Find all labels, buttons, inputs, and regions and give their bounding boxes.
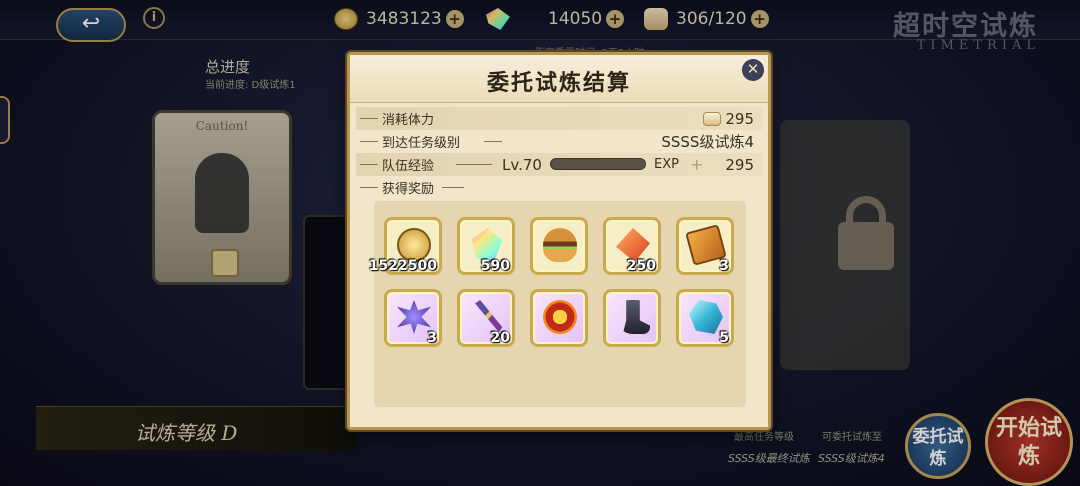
exp-plus-icon: + bbox=[690, 155, 704, 174]
reward-qty: 250 bbox=[626, 258, 656, 274]
reward-item-rainbow-gem[interactable]: 590 bbox=[457, 217, 515, 275]
row-ornament bbox=[360, 187, 378, 188]
row-ornament bbox=[360, 118, 378, 119]
exp-value: 295 bbox=[725, 155, 754, 174]
team-exp-label: 队伍经验 bbox=[382, 159, 435, 174]
reward-item-ticket[interactable]: 3 bbox=[676, 217, 734, 275]
delegate-result-dialog: 委托试炼结算 ✕ 消耗体力 295 到达任务级别 SSSS级试炼4 队伍经验 L… bbox=[347, 52, 771, 430]
reached-level-label: 到达任务级别 bbox=[382, 136, 461, 151]
reward-qty: 1522500 bbox=[368, 258, 437, 274]
row-ornament bbox=[484, 141, 502, 142]
stamina-cost-label: 消耗体力 bbox=[382, 113, 435, 128]
dialog-title: 委托试炼结算 bbox=[486, 70, 631, 96]
reward-qty: 20 bbox=[490, 330, 510, 346]
ice-crystal-icon bbox=[689, 300, 723, 334]
reached-level-value: SSSS级试炼4 bbox=[661, 133, 754, 151]
team-exp-row: 队伍经验 Lv.70 EXP + 295 bbox=[356, 153, 762, 176]
result-rows: 消耗体力 295 到达任务级别 SSSS级试炼4 队伍经验 Lv.70 EXP … bbox=[356, 107, 762, 199]
burger-icon bbox=[543, 228, 577, 262]
staff-icon bbox=[475, 300, 503, 333]
stamina-cost-value: 295 bbox=[725, 109, 754, 128]
sun-emblem-icon bbox=[543, 300, 577, 334]
stamina-icon bbox=[703, 111, 722, 126]
rewards-label: 获得奖励 bbox=[382, 182, 435, 197]
reward-item-dark-boot[interactable] bbox=[603, 289, 661, 347]
stamina-cost: 295 bbox=[703, 110, 754, 128]
reached-level-row: 到达任务级别 SSSS级试炼4 bbox=[356, 130, 762, 153]
reward-qty: 3 bbox=[427, 330, 437, 346]
rewards-row: 获得奖励 bbox=[356, 176, 762, 199]
reward-qty: 590 bbox=[480, 258, 510, 274]
gold-coin-icon bbox=[397, 228, 431, 262]
dark-boot-icon bbox=[622, 300, 650, 334]
reward-item-fire-leaf[interactable]: 250 bbox=[603, 217, 661, 275]
row-ornament bbox=[360, 164, 378, 165]
exp-label: EXP bbox=[654, 157, 679, 172]
reward-qty: 3 bbox=[719, 258, 729, 274]
exp-progress-bar bbox=[550, 158, 646, 170]
dialog-header: 委托试炼结算 bbox=[350, 55, 768, 103]
reward-item-burger[interactable] bbox=[530, 217, 588, 275]
row-ornament bbox=[442, 187, 464, 188]
row-ornament bbox=[360, 141, 378, 142]
fire-leaf-icon bbox=[616, 228, 650, 262]
reward-item-ice-crystal[interactable]: 5 bbox=[676, 289, 734, 347]
rewards-grid: 1522500 590 250 3 3 20 5 bbox=[369, 201, 746, 407]
reward-item-sun-emblem[interactable] bbox=[530, 289, 588, 347]
reward-qty: 5 bbox=[719, 330, 729, 346]
reward-item-staff[interactable]: 20 bbox=[457, 289, 515, 347]
rainbow-gem-icon bbox=[471, 228, 503, 262]
reward-item-spiky-crystal[interactable]: 3 bbox=[384, 289, 442, 347]
stamina-row: 消耗体力 295 bbox=[356, 107, 762, 130]
team-level: Lv.70 bbox=[502, 155, 542, 174]
reward-item-gold-coin[interactable]: 1522500 bbox=[369, 217, 442, 275]
row-ornament bbox=[456, 164, 492, 165]
spiky-crystal-icon bbox=[397, 300, 431, 334]
close-icon[interactable]: ✕ bbox=[742, 59, 764, 81]
